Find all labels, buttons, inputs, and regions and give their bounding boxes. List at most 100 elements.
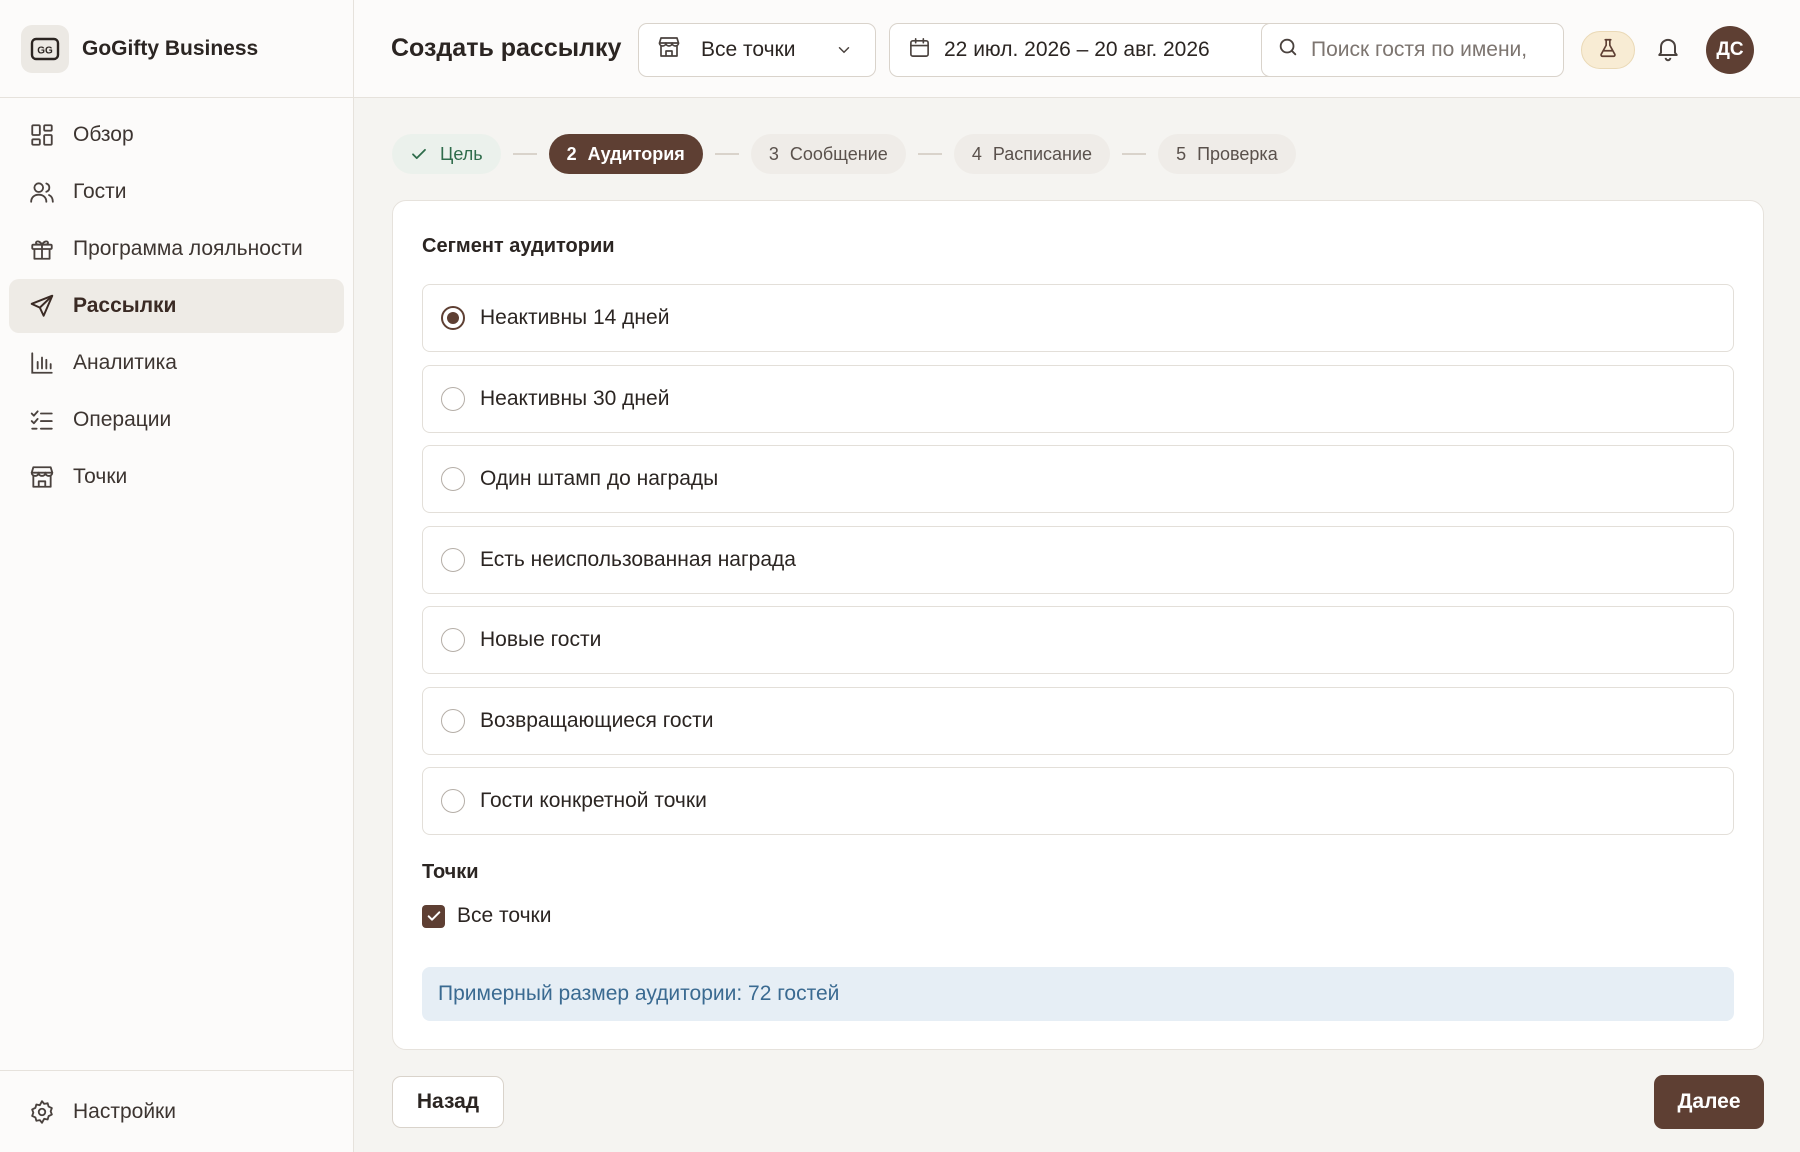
step-number: 5 — [1176, 143, 1187, 164]
sidebar-item-label: Гости — [73, 180, 127, 203]
step-separator — [1122, 153, 1147, 155]
sidebar-item-campaigns[interactable]: Рассылки — [9, 279, 344, 333]
sidebar-item-label: Аналитика — [73, 351, 177, 374]
step-label: Сообщение — [789, 143, 888, 164]
radio-button[interactable] — [441, 628, 465, 652]
sidebar-item-overview[interactable]: Обзор — [9, 108, 344, 162]
radio-button[interactable] — [441, 789, 465, 813]
sidebar-item-analytics[interactable]: Аналитика — [9, 336, 344, 390]
gear-icon — [28, 1098, 56, 1126]
list-check-icon — [28, 406, 56, 434]
sidebar-item-guests[interactable]: Гости — [9, 165, 344, 219]
logo-text: GG — [37, 45, 53, 56]
step-number: 3 — [768, 143, 779, 164]
brand[interactable]: GG GoGifty Business — [0, 0, 353, 98]
all-points-checkbox-row[interactable]: Все точки — [422, 904, 551, 928]
segment-label: Новые гости — [480, 628, 602, 651]
avatar[interactable]: ДС — [1706, 26, 1754, 74]
radio-button[interactable] — [441, 306, 465, 330]
radio-button[interactable] — [441, 386, 465, 411]
step-message[interactable]: 3 Сообщение — [750, 134, 906, 174]
sidebar-item-label: Точки — [73, 465, 128, 488]
bell-icon — [1654, 38, 1682, 66]
radio-button[interactable] — [441, 547, 465, 572]
sidebar-item-label: Операции — [73, 408, 172, 431]
sidebar-item-operations[interactable]: Операции — [9, 393, 344, 447]
send-icon — [28, 292, 56, 320]
checkbox-label: Все точки — [457, 904, 552, 927]
segment-option-inactive-30[interactable]: Неактивны 30 дней — [422, 364, 1734, 433]
segment-label: Возвращающиеся гости — [480, 708, 714, 732]
brand-name: GoGifty Business — [82, 36, 259, 60]
users-icon — [28, 178, 56, 206]
segment-label: Есть неиспользованная награда — [480, 547, 796, 571]
sidebar-item-settings[interactable]: Настройки — [9, 1085, 344, 1139]
gift-icon — [28, 235, 56, 263]
segment-label: Один штамп до награды — [480, 467, 719, 490]
step-label: Аудитория — [587, 143, 685, 164]
page-title: Создать рассылку — [391, 34, 622, 62]
flask-icon — [1597, 37, 1619, 64]
points-section-title: Точки — [422, 861, 479, 883]
segment-option-unused-reward[interactable]: Есть неиспользованная награда — [422, 525, 1734, 594]
notifications-button[interactable] — [1654, 34, 1682, 67]
guest-search[interactable] — [1261, 23, 1564, 77]
bar-chart-icon — [28, 349, 56, 377]
chevron-down-icon — [835, 41, 853, 65]
location-select-value: Все точки — [701, 38, 796, 61]
check-icon — [427, 911, 440, 921]
radio-button[interactable] — [441, 467, 465, 491]
radio-button[interactable] — [441, 708, 465, 733]
date-range-picker[interactable]: 22 июл. 2026 – 20 авг. 2026 — [889, 23, 1278, 77]
segment-label: Гости конкретной точки — [480, 789, 707, 812]
step-separator — [512, 153, 537, 155]
step-schedule[interactable]: 4 Расписание — [953, 134, 1111, 174]
step-goal[interactable]: Цель — [392, 134, 501, 174]
sidebar-bottom: Настройки — [0, 1070, 353, 1152]
date-range-value: 22 июл. 2026 – 20 авг. 2026 — [944, 38, 1210, 61]
sidebar-item-label: Настройки — [73, 1100, 176, 1123]
store-icon — [657, 35, 681, 65]
back-button[interactable]: Назад — [392, 1076, 504, 1128]
store-icon — [28, 463, 56, 491]
segment-section-title: Сегмент аудитории — [422, 235, 615, 257]
segment-option-new-guests[interactable]: Новые гости — [422, 606, 1734, 674]
beta-features-button[interactable] — [1581, 31, 1635, 69]
segment-radio-group: Неактивны 14 дней Неактивны 30 дней Один… — [422, 284, 1734, 848]
segment-label: Неактивны 14 дней — [480, 306, 670, 329]
step-separator — [714, 153, 739, 155]
calendar-icon — [908, 36, 931, 65]
search-icon — [1277, 36, 1299, 64]
search-input[interactable] — [1311, 38, 1551, 62]
step-audience[interactable]: 2 Аудитория — [548, 134, 703, 174]
grid-icon — [28, 121, 56, 149]
location-select[interactable]: Все точки — [638, 23, 876, 77]
sidebar-item-label: Обзор — [73, 123, 134, 146]
audience-size-estimate: Примерный размер аудитории: 72 гостей — [422, 967, 1734, 1021]
step-label: Цель — [440, 143, 483, 164]
segment-option-inactive-14[interactable]: Неактивны 14 дней — [422, 284, 1734, 352]
next-button[interactable]: Далее — [1654, 1075, 1764, 1129]
step-number: 4 — [971, 143, 982, 164]
step-separator — [917, 153, 942, 155]
segment-label: Неактивны 30 дней — [480, 386, 670, 410]
step-number: 2 — [566, 143, 577, 164]
sidebar: GG GoGifty Business Обзор Гости Программ… — [0, 0, 354, 1152]
segment-option-one-stamp[interactable]: Один штамп до награды — [422, 445, 1734, 513]
step-label: Проверка — [1197, 143, 1278, 164]
sidebar-nav: Обзор Гости Программа лояльности Рассылк… — [0, 98, 353, 504]
sidebar-item-label: Рассылки — [73, 294, 177, 317]
step-label: Расписание — [992, 143, 1093, 164]
step-review[interactable]: 5 Проверка — [1158, 134, 1296, 174]
campaign-stepper: Цель 2 Аудитория 3 Сообщение 4 Расписани… — [392, 134, 1296, 174]
all-points-checkbox[interactable] — [422, 904, 445, 928]
sidebar-item-label: Программа лояльности — [73, 237, 303, 260]
audience-card: Сегмент аудитории Неактивны 14 дней Неак… — [392, 200, 1764, 1050]
segment-option-location-guests[interactable]: Гости конкретной точки — [422, 767, 1734, 835]
top-header: Создать рассылку Все точки 22 июл. 2026 … — [354, 0, 1800, 98]
logo-icon: GG — [30, 37, 60, 60]
segment-option-returning-guests[interactable]: Возвращающиеся гости — [422, 686, 1734, 755]
sidebar-item-loyalty[interactable]: Программа лояльности — [9, 222, 344, 276]
sidebar-item-locations[interactable]: Точки — [9, 450, 344, 504]
check-icon — [410, 145, 428, 163]
